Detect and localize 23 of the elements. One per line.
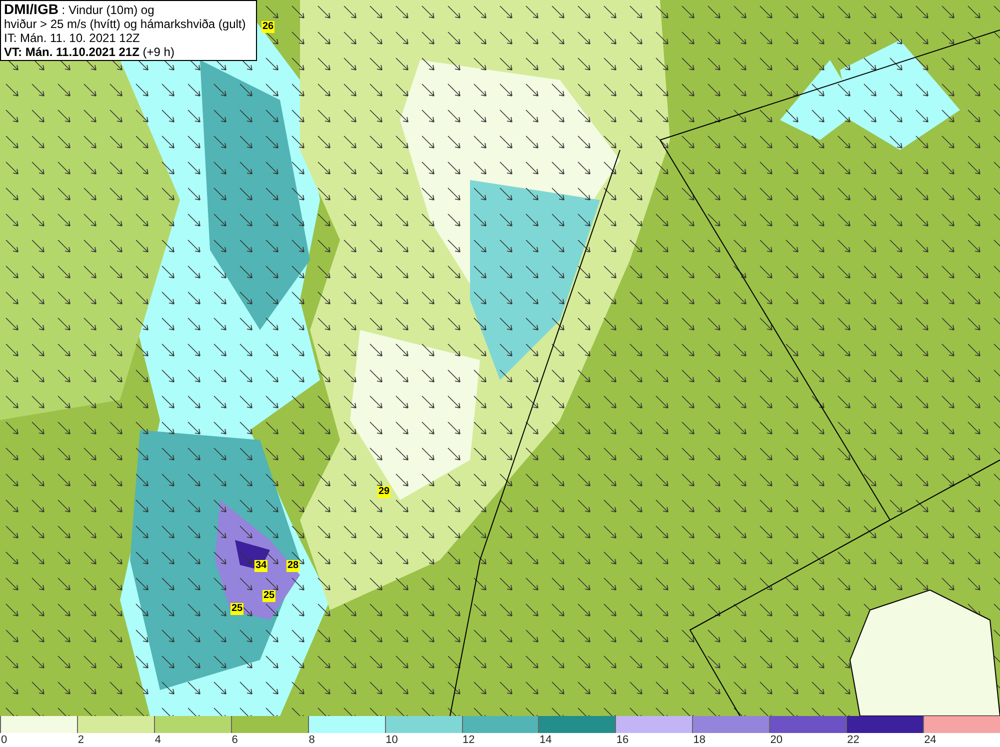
legend-tick-label: 6 [232,734,238,746]
legend-tick-label: 14 [539,734,552,746]
gust-value-label: 25 [230,603,244,615]
gust-value-label: 34 [254,560,268,572]
legend-tick-label: 24 [924,734,936,746]
legend-tick-label: 10 [386,734,398,746]
legend-tick-label: 12 [462,734,475,746]
gust-value-label: 26 [261,21,275,33]
legend-tick-label: 0 [1,734,8,746]
legend-tick-label: 18 [693,734,706,746]
legend-tick-label: 8 [308,734,315,746]
gust-value-label: 28 [286,560,300,572]
title-line: VT: Mán. 11.10.2021 21Z (+9 h) [4,45,176,59]
title-line: hviður > 25 m/s (hvítt) og hámarkshviða (gult) [4,17,247,31]
legend-tick-label: 2 [78,734,84,746]
legend-tick-label: 22 [847,734,860,746]
gust-value-label: 29 [377,486,391,498]
legend-tick-label: 4 [154,734,161,746]
legend-tick-label: 16 [616,734,629,746]
title-line: DMI/IGB : Vindur (10m) og [4,2,156,17]
legend-tick-label: 20 [770,734,782,746]
title-line: IT: Mán. 11. 10. 2021 12Z [4,31,141,45]
gust-value-label: 25 [262,590,276,602]
